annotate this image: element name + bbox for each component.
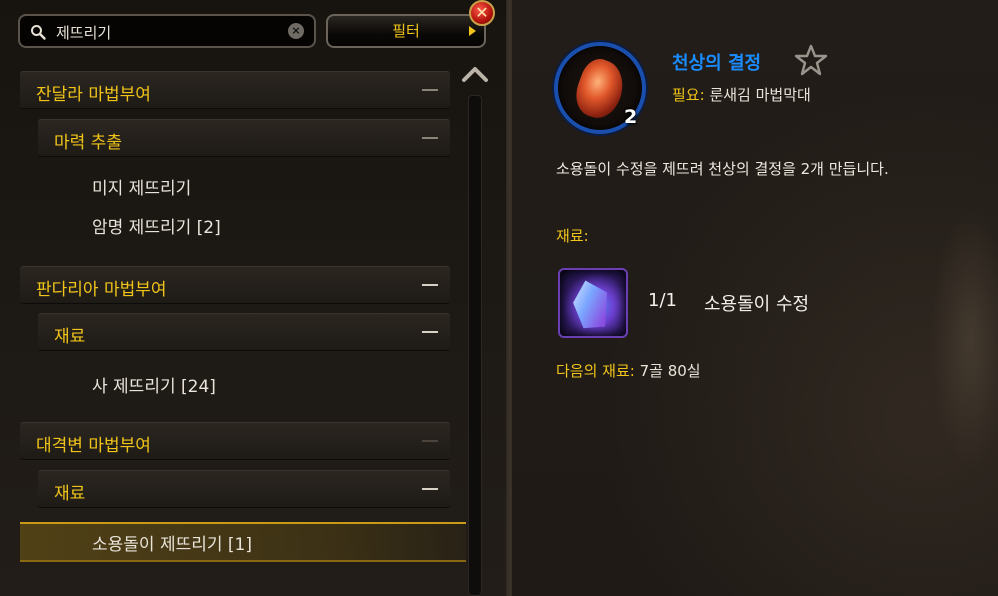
requires-value: 룬새김 마법막대 — [709, 86, 811, 104]
scroll-up-arrow-icon[interactable] — [459, 62, 491, 84]
crystal-shard-icon — [569, 273, 615, 337]
category-header-pandaria[interactable]: 판다리아 마법부여 — [20, 266, 450, 304]
filter-button-label: 필터 — [392, 22, 420, 40]
reagent-count: 1/1 — [648, 290, 677, 311]
celestial-crystal-icon — [569, 54, 631, 124]
recipe-item[interactable]: 미지 제뜨리기 — [92, 174, 191, 199]
subcategory-header-disenchant[interactable]: 마력 추출 — [38, 119, 450, 157]
subcategory-header-materials[interactable]: 재료 — [38, 313, 450, 351]
category-label: 판다리아 마법부여 — [36, 280, 167, 300]
background-art — [930, 210, 998, 470]
recipe-item-selected[interactable]: 소용돌이 제뜨리기 [1] — [92, 530, 252, 555]
scrollbar-track[interactable] — [468, 95, 482, 596]
requires-label: 필요: — [672, 86, 705, 104]
subcategory-label: 재료 — [54, 327, 86, 347]
requires-line: 필요: 룬새김 마법막대 — [672, 84, 811, 105]
favorite-star-icon[interactable] — [794, 44, 828, 76]
filter-button[interactable]: 필터 — [326, 14, 486, 48]
collapse-icon[interactable] — [422, 488, 438, 490]
recipe-description: 소용돌이 수정을 제뜨려 천상의 결정을 2개 만듭니다. — [556, 160, 889, 178]
collapse-icon[interactable] — [422, 440, 438, 442]
cost-value: 7골 80실 — [639, 362, 701, 380]
recipe-item[interactable]: 암명 제뜨리기 [2] — [92, 213, 221, 238]
collapse-icon[interactable] — [422, 331, 438, 333]
search-input[interactable] — [56, 21, 286, 43]
reagent-name: 소용돌이 수정 — [704, 294, 810, 315]
collapse-icon[interactable] — [422, 284, 438, 286]
clear-search-icon[interactable]: × — [288, 23, 304, 39]
reagents-label: 재료: — [556, 227, 589, 245]
category-label: 잔달라 마법부여 — [36, 85, 151, 105]
search-box[interactable]: × — [18, 14, 316, 48]
product-count: 2 — [624, 106, 638, 128]
cost-line: 다음의 재료: 7골 80실 — [556, 360, 701, 381]
arrow-right-icon — [469, 26, 476, 36]
search-icon — [31, 25, 46, 40]
category-label: 대격변 마법부여 — [36, 436, 151, 456]
recipe-title: 천상의 결정 — [672, 53, 762, 74]
collapse-icon[interactable] — [422, 89, 438, 91]
category-header-zandalari[interactable]: 잔달라 마법부여 — [20, 71, 450, 109]
subcategory-label: 재료 — [54, 484, 86, 504]
reagent-crystal-icon[interactable] — [558, 268, 628, 338]
subcategory-header-materials[interactable]: 재료 — [38, 470, 450, 508]
close-icon[interactable]: ✕ — [469, 0, 495, 26]
recipe-item[interactable]: 사 제뜨리기 [24] — [92, 372, 216, 397]
subcategory-label: 마력 추출 — [54, 133, 122, 153]
category-header-cataclysm[interactable]: 대격변 마법부여 — [20, 422, 450, 460]
collapse-icon[interactable] — [422, 137, 438, 139]
cost-label: 다음의 재료: — [556, 362, 635, 380]
